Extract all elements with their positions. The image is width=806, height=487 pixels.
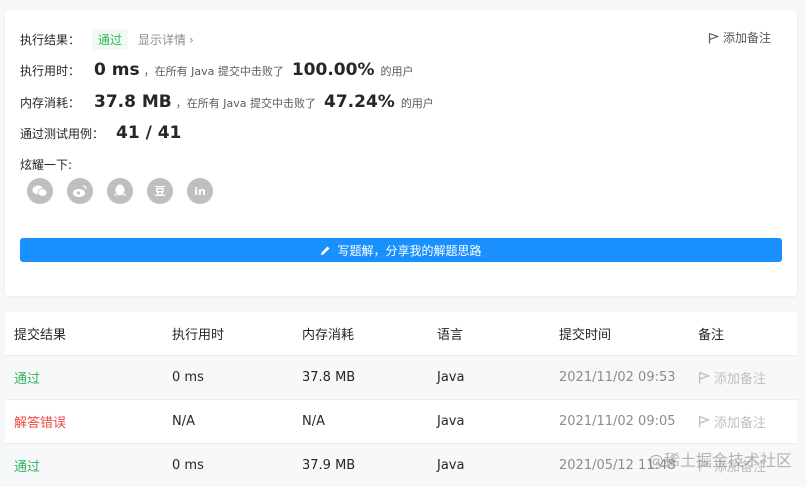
row-language: Java (437, 458, 465, 473)
tests-value: 41 / 41 (116, 123, 182, 143)
memory-value: 37.8 MB (94, 92, 172, 112)
add-note-button[interactable]: 添加备注 (708, 29, 771, 46)
tests-label: 通过测试用例： (20, 127, 105, 141)
share-icons: 豆 in (27, 178, 213, 204)
row-memory: 37.9 MB (302, 458, 356, 473)
header-submit-time: 提交时间 (559, 328, 612, 343)
flag-icon (699, 372, 710, 384)
memory-suffix: 的用户 (400, 97, 434, 110)
memory-label: 内存消耗： (20, 96, 81, 110)
flag-icon (708, 32, 719, 43)
pencil-icon (321, 246, 330, 255)
memory-percent: 47.24% (324, 92, 395, 112)
header-note: 备注 (698, 328, 725, 343)
row-note-label: 添加备注 (714, 372, 767, 387)
share-row: 炫耀一下: (20, 156, 72, 173)
runtime-value: 0 ms (94, 60, 140, 80)
douban-glyph: 豆 (154, 185, 166, 198)
row-language: Java (437, 370, 465, 385)
add-note-label: 添加备注 (722, 31, 771, 45)
row-add-note-button[interactable]: 添加备注 (698, 368, 766, 387)
qq-icon[interactable] (107, 178, 133, 204)
header-runtime: 执行用时 (172, 328, 225, 343)
share-label: 炫耀一下: (20, 158, 73, 172)
row-language: Java (437, 414, 465, 429)
table-row[interactable]: 解答错误 N/A N/A Java 2021/11/02 09:05 添加备注 (5, 399, 797, 443)
tests-row: 通过测试用例： 41 / 41 (20, 123, 185, 143)
runtime-percent: 100.00% (291, 60, 375, 80)
linkedin-glyph: in (194, 184, 206, 198)
row-submit-time: 2021/11/02 09:05 (559, 414, 676, 429)
table-row[interactable]: 通过 0 ms 37.8 MB Java 2021/11/02 09:53 添加… (5, 355, 797, 399)
chevron-right-icon: › (189, 33, 194, 47)
flag-icon (699, 416, 710, 428)
row-submit-time: 2021/11/02 09:53 (559, 370, 676, 385)
runtime-mid-text: ，在所有 Java 提交中击败了 (143, 65, 284, 78)
write-solution-button[interactable]: 写题解，分享我的解题思路 (20, 238, 782, 262)
row-add-note-button[interactable]: 添加备注 (698, 412, 766, 431)
row-runtime: 0 ms (172, 458, 204, 473)
write-solution-label: 写题解，分享我的解题思路 (337, 243, 482, 258)
memory-mid-text: ，在所有 Java 提交中击败了 (175, 97, 316, 110)
runtime-suffix: 的用户 (380, 65, 414, 78)
header-status: 提交结果 (14, 328, 67, 343)
row-runtime: N/A (172, 414, 195, 429)
row-status[interactable]: 通过 (14, 368, 40, 387)
watermark: @稀土掘金技术社区 (647, 451, 792, 470)
wechat-icon[interactable] (27, 178, 53, 204)
show-details-link[interactable]: 显示详情 (138, 31, 186, 48)
douban-icon[interactable]: 豆 (147, 178, 173, 204)
submission-result-card: 执行结果： 通过 显示详情 › 添加备注 执行用时： 0 ms ，在所有 Jav… (5, 10, 797, 296)
runtime-row: 执行用时： 0 ms ，在所有 Java 提交中击败了 100.00% 的用户 (20, 60, 413, 80)
runtime-label: 执行用时： (20, 64, 81, 78)
weibo-icon[interactable] (67, 178, 93, 204)
linkedin-icon[interactable]: in (187, 178, 213, 204)
exec-result-label: 执行结果： (20, 33, 81, 47)
status-badge: 通过 (92, 29, 129, 50)
row-runtime: 0 ms (172, 370, 204, 385)
row-note-label: 添加备注 (714, 416, 767, 431)
row-status[interactable]: 解答错误 (14, 412, 66, 431)
row-status[interactable]: 通过 (14, 456, 40, 475)
header-language: 语言 (437, 328, 464, 343)
row-memory: N/A (302, 414, 325, 429)
header-memory: 内存消耗 (302, 328, 355, 343)
exec-result-row: 执行结果： 通过 显示详情 › (20, 29, 194, 50)
table-header: 提交结果 执行用时 内存消耗 语言 提交时间 备注 (5, 312, 797, 355)
memory-row: 内存消耗： 37.8 MB ，在所有 Java 提交中击败了 47.24% 的用… (20, 92, 434, 112)
row-memory: 37.8 MB (302, 370, 356, 385)
